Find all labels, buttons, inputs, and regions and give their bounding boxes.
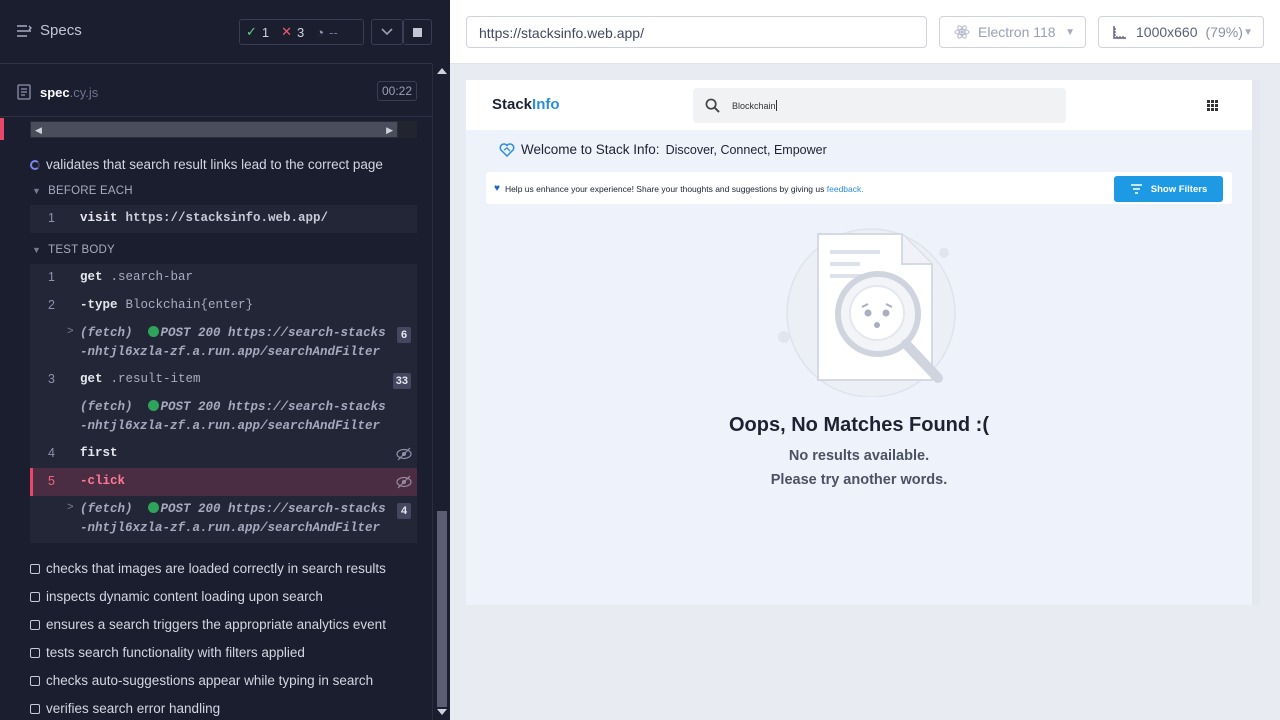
scroll-up-icon[interactable] — [437, 68, 447, 74]
apps-grid-icon[interactable] — [1207, 100, 1218, 111]
count-badge: 33 — [392, 373, 411, 389]
check-icon: ✓ — [246, 24, 257, 39]
passed-stat: ✓ 1 — [246, 24, 270, 40]
viewport-selector[interactable]: 1000x660 (79%) ▼ — [1098, 16, 1264, 48]
feedback-banner: ♥ Help us enhance your experience! Share… — [486, 172, 1232, 204]
test-status-icon — [30, 563, 40, 574]
test-status-icon — [30, 647, 40, 658]
active-test-title[interactable]: validates that search result links lead … — [30, 157, 383, 172]
fetch-row[interactable]: > (fetch) POST 200 https://search-stacks… — [30, 320, 417, 364]
eye-slash-icon — [396, 475, 412, 489]
app-preview-frame: StackInfo Blockchain Welcome to Stack In… — [466, 80, 1260, 605]
runner-header: Specs ✓ 1 ✕ 3 ◔ -- — [0, 0, 432, 64]
pending-stat: ◔ -- — [316, 24, 338, 40]
chevron-down-icon: ▼ — [32, 186, 42, 196]
command-row[interactable]: 1 visit https://stacksinfo.web.app/ — [30, 205, 417, 233]
failure-indicator — [0, 118, 4, 140]
electron-icon — [954, 25, 970, 39]
eye-slash-icon — [396, 447, 412, 461]
heart-handshake-icon — [499, 143, 515, 157]
test-item[interactable]: verifies search error handling — [30, 701, 220, 716]
empty-state-line-2: Please try another words. — [770, 472, 948, 488]
chevron-right-icon[interactable]: > — [67, 502, 74, 514]
command-row[interactable]: 1 get .search-bar — [30, 264, 417, 292]
document-icon — [17, 84, 31, 100]
show-filters-button[interactable]: Show Filters — [1114, 176, 1223, 202]
chevron-down-icon — [381, 28, 393, 36]
heart-icon: ♥ — [494, 183, 500, 194]
welcome-heading: Welcome to Stack Info: Discover, Connect… — [499, 142, 827, 157]
scrollbar-corner — [398, 121, 417, 138]
no-results-illustration — [778, 228, 956, 397]
search-input[interactable]: Blockchain — [732, 100, 777, 111]
ruler-icon — [1113, 26, 1126, 39]
empty-state-line-1: No results available. — [788, 448, 930, 464]
frame-scrollbar-edge — [1252, 80, 1260, 605]
vertical-scrollbar[interactable] — [432, 64, 450, 720]
empty-state-title: Oops, No Matches Found :( — [729, 414, 989, 436]
menu-icon — [17, 24, 32, 37]
command-row[interactable]: 4 first — [30, 440, 417, 468]
count-badge: 4 — [397, 503, 411, 519]
chevron-down-icon: ▼ — [1065, 27, 1075, 38]
specs-toggle[interactable]: Specs — [16, 22, 82, 39]
test-item[interactable]: checks that images are loaded correctly … — [30, 561, 386, 576]
count-badge: 6 — [397, 327, 411, 343]
fetch-row[interactable]: (fetch) POST 200 https://search-stacks-n… — [30, 394, 417, 438]
horizontal-scrollbar[interactable]: ◀ ▶ — [30, 121, 398, 138]
test-body-commands: 1 get .search-bar 2 -type Blockchain{enter… — [30, 264, 417, 543]
status-dot-icon — [147, 400, 159, 411]
pending-icon: ◔ — [316, 24, 325, 40]
test-item[interactable]: ensures a search triggers the appropriat… — [30, 617, 386, 632]
stop-icon — [413, 27, 422, 37]
spec-file-name: spec.cy.js — [40, 85, 99, 100]
browser-selector[interactable]: Electron 118 ▼ — [939, 16, 1086, 48]
running-icon — [30, 159, 40, 170]
test-status-icon — [30, 703, 40, 714]
test-item[interactable]: tests search functionality with filters … — [30, 645, 305, 660]
test-item[interactable]: checks auto-suggestions appear while typ… — [30, 673, 373, 688]
test-stats: ✓ 1 ✕ 3 ◔ -- — [239, 19, 364, 45]
command-row-active[interactable]: 5 -click — [30, 468, 417, 496]
scroll-left-icon[interactable]: ◀ — [35, 125, 42, 136]
x-icon: ✕ — [281, 24, 293, 39]
feedback-link[interactable]: feedback. — [827, 184, 864, 194]
chevron-down-icon: ▼ — [1243, 27, 1253, 38]
spec-file-row[interactable]: spec.cy.js — [0, 65, 432, 117]
chevron-right-icon[interactable]: > — [67, 326, 74, 338]
test-status-icon — [30, 675, 40, 686]
fetch-row[interactable]: > (fetch) POST 200 https://search-stacks… — [30, 496, 417, 540]
search-bar[interactable]: Blockchain — [693, 88, 1066, 123]
aut-toolbar: https://stacksinfo.web.app/ Electron 118… — [450, 0, 1280, 64]
before-each-section[interactable]: ▼ BEFORE EACH — [32, 185, 133, 197]
before-each-commands: 1 visit https://stacksinfo.web.app/ — [30, 205, 417, 233]
spec-duration: 00:22 — [377, 81, 417, 101]
scrollbar-thumb[interactable] — [437, 511, 447, 707]
cypress-runner-panel: Specs ✓ 1 ✕ 3 ◔ -- spec.cy.js 00:22 ◀ ▶ vali… — [0, 0, 450, 720]
test-status-icon — [30, 619, 40, 630]
stop-button[interactable] — [403, 19, 432, 45]
command-row[interactable]: 2 -type Blockchain{enter} — [30, 292, 417, 320]
status-dot-icon — [147, 326, 159, 337]
site-logo[interactable]: StackInfo — [492, 96, 560, 113]
chevron-down-button[interactable] — [371, 19, 403, 45]
scroll-right-icon[interactable]: ▶ — [386, 125, 393, 136]
chevron-down-icon: ▼ — [32, 245, 42, 255]
status-dot-icon — [147, 502, 159, 513]
search-icon — [705, 98, 720, 113]
filter-icon — [1130, 184, 1142, 194]
scroll-down-icon[interactable] — [437, 709, 447, 715]
site-navbar: StackInfo Blockchain — [466, 80, 1252, 130]
test-body-section[interactable]: ▼ TEST BODY — [32, 244, 115, 256]
command-row[interactable]: 3 get .result-item 33 — [30, 366, 417, 394]
test-item[interactable]: inspects dynamic content loading upon se… — [30, 589, 323, 604]
test-status-icon — [30, 591, 40, 602]
url-bar[interactable]: https://stacksinfo.web.app/ — [466, 16, 927, 48]
specs-label: Specs — [40, 22, 82, 39]
failed-stat: ✕ 3 — [281, 24, 305, 40]
